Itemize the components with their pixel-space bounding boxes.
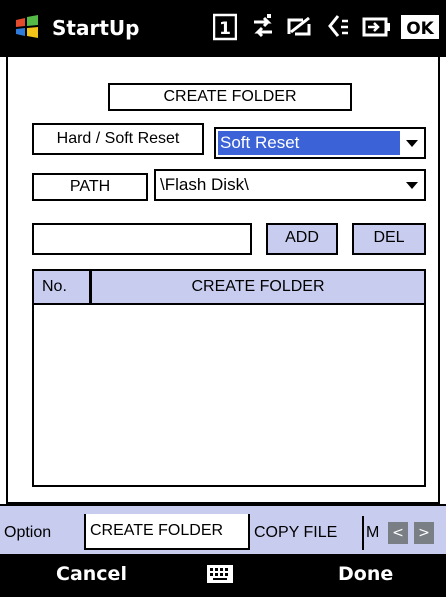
app-title[interactable]: StartUp	[52, 14, 139, 42]
reset-mode-value: Soft Reset	[218, 131, 400, 155]
tab-more[interactable]: M	[364, 516, 388, 550]
chevron-down-icon[interactable]	[406, 140, 418, 147]
column-header-create-folder[interactable]: CREATE FOLDER	[92, 271, 424, 303]
folder-list[interactable]: No. CREATE FOLDER	[32, 269, 426, 487]
cancel-softkey[interactable]: Cancel	[56, 563, 127, 585]
battery-icon	[362, 17, 390, 37]
path-value: \Flash Disk\	[160, 175, 249, 194]
folder-name-input[interactable]	[32, 223, 252, 255]
ok-label: OK	[406, 19, 434, 39]
scroll-right-icon[interactable]: >	[414, 522, 434, 544]
list-header: No. CREATE FOLDER	[34, 271, 424, 305]
ok-icon[interactable]: OK	[400, 12, 440, 42]
keyboard-icon[interactable]	[206, 564, 234, 584]
reset-mode-dropdown[interactable]: Soft Reset	[214, 127, 426, 159]
path-dropdown[interactable]: \Flash Disk\	[154, 169, 426, 201]
soft-key-bar: Cancel Done	[0, 554, 446, 597]
no-signal-icon	[287, 16, 311, 36]
device-screen: StartUp 1 OK CREATE FOLDER Hard / Soft R…	[0, 0, 446, 597]
chevron-down-icon[interactable]	[406, 182, 418, 189]
data-sync-icon	[254, 14, 272, 38]
tab-strip: Option CREATE FOLDER COPY FILE M < >	[0, 504, 446, 554]
done-softkey[interactable]: Done	[338, 563, 393, 585]
scroll-left-icon[interactable]: <	[388, 522, 408, 544]
volume-mute-icon	[328, 15, 348, 37]
form-heading: CREATE FOLDER	[108, 83, 352, 111]
add-button[interactable]: ADD	[266, 223, 338, 255]
status-bar: StartUp 1 OK	[0, 0, 446, 57]
tab-option[interactable]: Option	[0, 516, 84, 550]
reset-label: Hard / Soft Reset	[32, 123, 204, 155]
column-header-no[interactable]: No.	[34, 271, 92, 303]
path-label: PATH	[32, 173, 148, 201]
main-panel: CREATE FOLDER Hard / Soft Reset Soft Res…	[6, 57, 440, 504]
del-button[interactable]: DEL	[352, 223, 426, 255]
tab-create-folder[interactable]: CREATE FOLDER	[84, 514, 250, 550]
sim-1-label: 1	[219, 19, 231, 39]
tab-copy-file[interactable]: COPY FILE	[250, 516, 364, 550]
windows-flag-icon[interactable]	[14, 14, 40, 40]
sim-1-icon: 1	[213, 13, 237, 41]
